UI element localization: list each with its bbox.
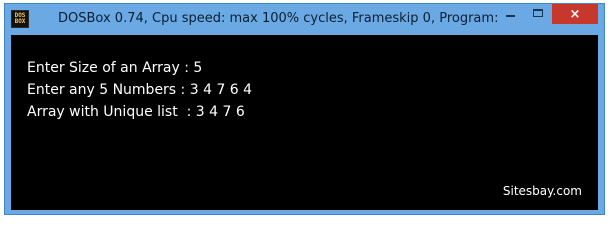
console-line-array-size: Enter Size of an Array : 5 [27,60,203,76]
console-line-unique-list: Array with Unique list : 3 4 7 6 [27,104,245,120]
window-title: DOSBox 0.74, Cpu speed: max 100% cycles,… [58,11,499,26]
dosbox-window: DOS BOX DOSBox 0.74, Cpu speed: max 100%… [4,3,605,215]
close-button[interactable]: × [552,4,598,24]
window-controls: × [496,4,598,24]
title-bar[interactable]: DOS BOX DOSBox 0.74, Cpu speed: max 100%… [5,4,604,34]
console-line-numbers: Enter any 5 Numbers : 3 4 7 6 4 [27,82,253,98]
maximize-icon [533,9,543,17]
maximize-button[interactable] [524,4,552,24]
watermark-text: Sitesbay.com [502,184,582,198]
close-icon: × [569,6,581,22]
console-screen[interactable]: Enter Size of an Array : 5 Enter any 5 N… [11,35,598,210]
icon-text-line2: BOX [14,18,26,25]
dosbox-icon[interactable]: DOS BOX [11,10,29,28]
minimize-button[interactable] [496,4,524,24]
